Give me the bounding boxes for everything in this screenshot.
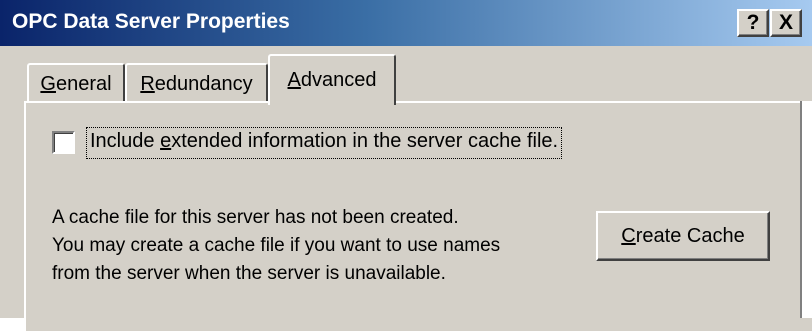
extended-info-checkbox[interactable] [52, 131, 75, 154]
help-button[interactable]: ? [737, 9, 769, 37]
create-cache-label: reate Cache [635, 225, 745, 247]
tab-redundancy-accel: R [140, 73, 155, 95]
tab-advanced[interactable]: Advanced [268, 54, 396, 109]
title-bar[interactable]: OPC Data Server Properties ? X [0, 0, 812, 46]
cache-status-line: A cache file for this server has not bee… [52, 207, 459, 228]
checkbox-label-accel: e [160, 130, 172, 152]
checkbox-label-rest: xtended information in the server cache … [171, 130, 559, 152]
tab-general-accel: G [40, 73, 56, 95]
cache-status-line: from the server when the server is unava… [52, 263, 446, 284]
cache-status-line: You may create a cache file if you want … [52, 235, 501, 256]
window-title: OPC Data Server Properties [12, 10, 290, 33]
properties-dialog: OPC Data Server Properties ? X General R… [0, 0, 812, 331]
tab-advanced-accel: A [287, 69, 301, 91]
checkbox-label-prefix: Include [90, 130, 161, 152]
create-cache-button[interactable]: Create Cache [596, 211, 770, 261]
tab-redundancy-label: edundancy [154, 73, 253, 95]
extended-info-checkbox-label[interactable]: Include extended information in the serv… [85, 127, 563, 159]
tab-general-label: eneral [55, 73, 112, 95]
cache-status-text: A cache file for this server has not bee… [52, 204, 572, 288]
tab-advanced-label: dvanced [300, 69, 377, 91]
tab-general[interactable]: General [27, 63, 125, 103]
panel-outside-area [802, 101, 812, 318]
tab-redundancy[interactable]: Redundancy [125, 63, 268, 103]
close-button[interactable]: X [770, 9, 802, 37]
create-cache-accel: C [621, 225, 636, 247]
